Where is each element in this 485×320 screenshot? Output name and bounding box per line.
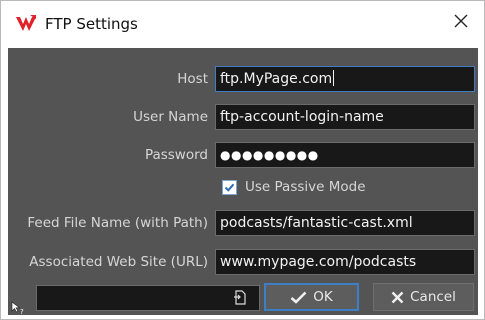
feed-file-input[interactable]: podcasts/fantastic-cast.xml: [215, 210, 475, 236]
passive-mode-label: Use Passive Mode: [245, 179, 366, 195]
feed-file-label: Feed File Name (with Path): [27, 215, 208, 231]
preset-path-field[interactable]: [36, 285, 260, 311]
user-name-value: ftp-account-login-name: [220, 109, 384, 125]
host-input[interactable]: ftp.MyPage.com: [215, 66, 475, 92]
feed-file-value: podcasts/fantastic-cast.xml: [220, 215, 413, 231]
passive-mode-checkbox[interactable]: [222, 179, 237, 195]
host-value: ftp.MyPage.com: [220, 71, 333, 87]
svg-text:?: ?: [20, 308, 24, 315]
user-name-input[interactable]: ftp-account-login-name: [215, 104, 475, 130]
checkmark-icon: [290, 291, 307, 304]
text-caret: [333, 70, 335, 86]
help-cursor-icon[interactable]: ?: [11, 300, 25, 319]
password-label: Password: [144, 147, 208, 163]
wavelab-logo-icon: [15, 14, 37, 34]
ok-button[interactable]: OK: [264, 283, 359, 311]
window-title: FTP Settings: [45, 15, 138, 33]
ok-label: OK: [313, 289, 333, 305]
ftp-settings-dialog: FTP Settings Host ftp.MyPage.com User Na…: [0, 0, 485, 320]
checkmark-icon: [224, 183, 235, 192]
close-button[interactable]: [438, 1, 484, 41]
cancel-button[interactable]: Cancel: [373, 283, 474, 311]
close-icon: [454, 14, 468, 28]
web-site-input[interactable]: www.mypage.com/podcasts: [215, 249, 475, 275]
dialog-body: Host ftp.MyPage.com User Name ftp-accoun…: [8, 48, 478, 316]
title-bar: FTP Settings: [1, 1, 484, 47]
user-name-label: User Name: [133, 109, 208, 125]
passive-mode-row[interactable]: Use Passive Mode: [222, 178, 366, 196]
host-label: Host: [177, 71, 208, 87]
web-site-label: Associated Web Site (URL): [29, 254, 208, 270]
x-icon: [391, 291, 404, 304]
password-input[interactable]: ●●●●●●●●●: [215, 142, 475, 168]
file-browse-icon[interactable]: [233, 290, 247, 310]
password-mask: ●●●●●●●●●: [220, 148, 319, 162]
web-site-value: www.mypage.com/podcasts: [220, 254, 417, 270]
cancel-label: Cancel: [410, 289, 456, 305]
